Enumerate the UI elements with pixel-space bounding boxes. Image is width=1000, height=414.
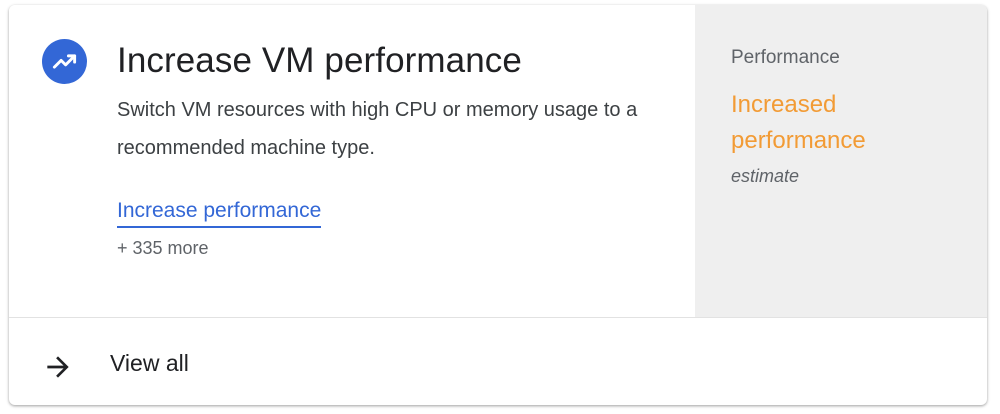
view-all-label: View all xyxy=(110,350,189,376)
arrow-right-icon xyxy=(47,356,69,378)
impact-estimate-note: estimate xyxy=(731,166,800,186)
impact-category: Performance xyxy=(731,47,840,68)
view-all-button[interactable]: View all xyxy=(9,318,987,405)
card-main: Increase VM performance Switch VM resour… xyxy=(9,5,695,317)
card-description: Switch VM resources with high CPU or mem… xyxy=(117,99,638,159)
more-count: + 335 more xyxy=(117,238,209,258)
recommendation-card: Increase VM performance Switch VM resour… xyxy=(9,5,987,405)
impact-panel: Performance Increased performance estima… xyxy=(695,5,987,317)
trending-up-icon xyxy=(42,39,87,84)
card-title: Increase VM performance xyxy=(117,41,522,80)
impact-value: Increased performance xyxy=(731,91,866,154)
increase-performance-link[interactable]: Increase performance xyxy=(117,196,322,228)
